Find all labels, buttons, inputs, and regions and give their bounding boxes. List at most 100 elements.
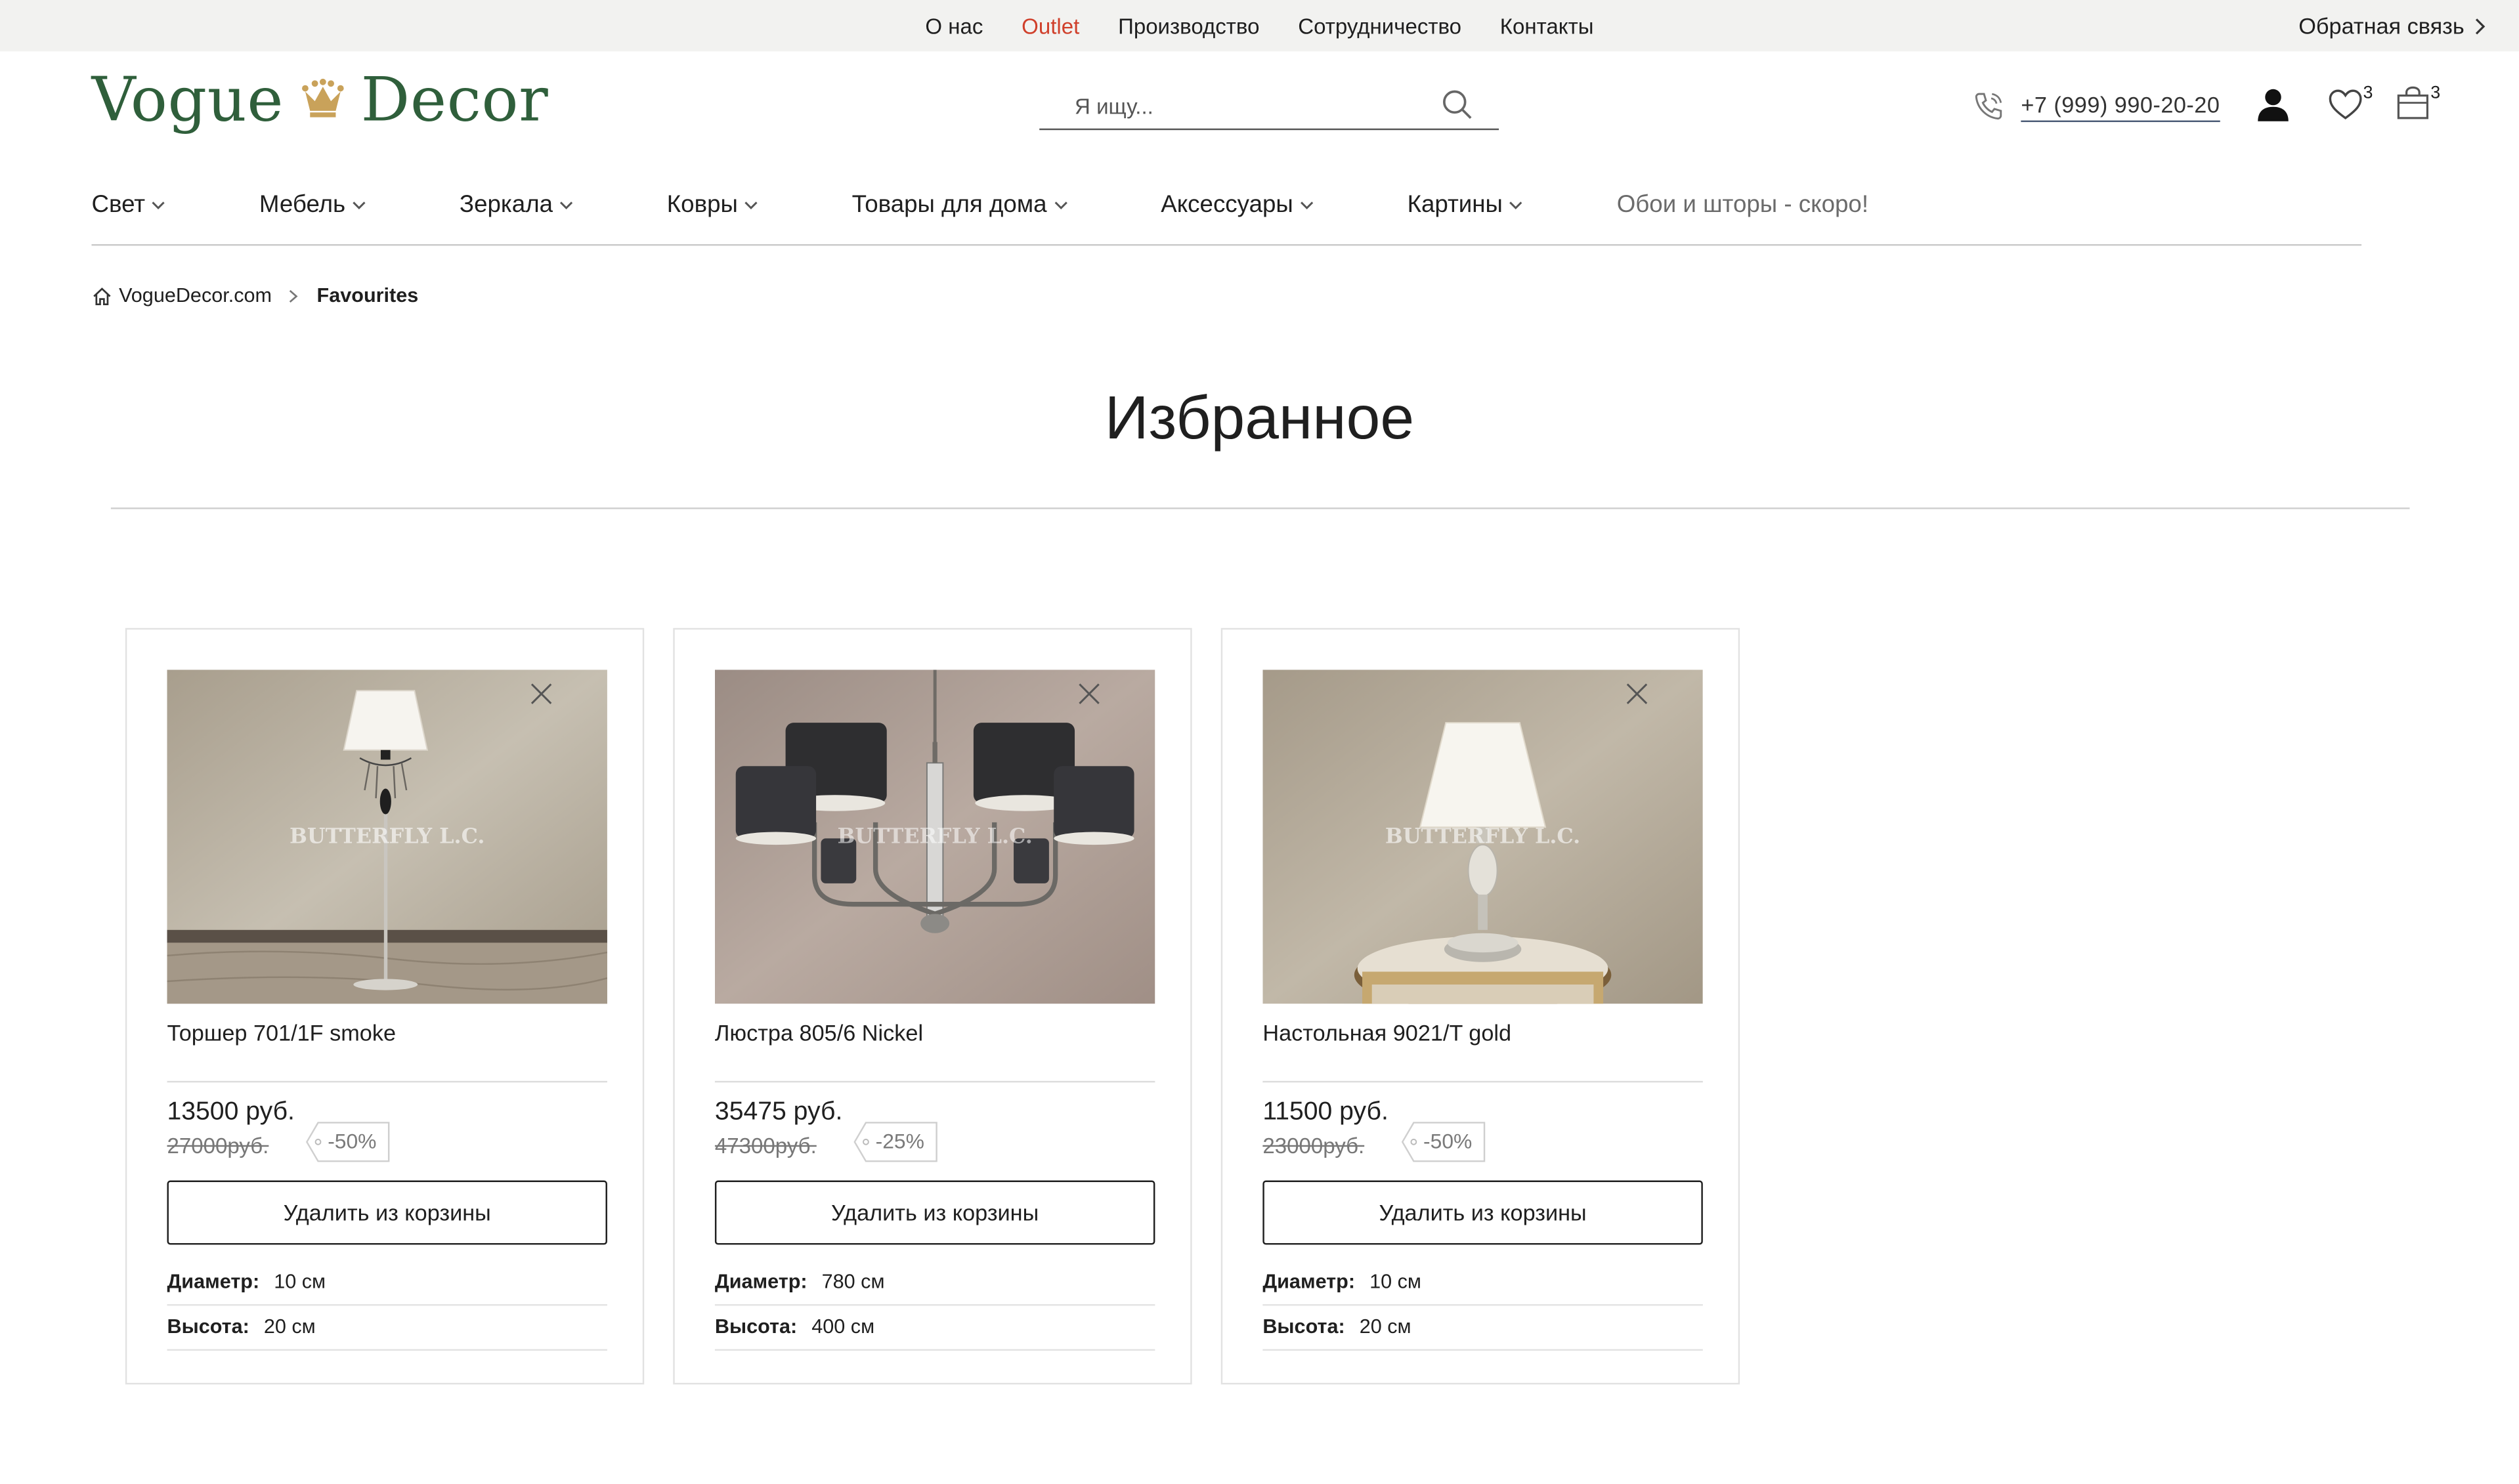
product-price: 35475 руб. <box>714 1098 843 1126</box>
discount-value: -50% <box>1423 1129 1473 1153</box>
spec-row: Диаметр: 10 см <box>1262 1259 1703 1306</box>
image-watermark: BUTTERFLY L.C. <box>837 824 1032 849</box>
product-card: BUTTERFLY L.C. Торшер 701/1F smoke 13500… <box>125 627 645 1385</box>
spec-label: Высота: <box>1262 1315 1345 1338</box>
category-label: Мебель <box>259 190 346 218</box>
spec-row: Высота: 20 см <box>167 1304 607 1351</box>
spec-label: Диаметр: <box>167 1270 260 1293</box>
chevron-down-icon <box>745 201 758 209</box>
top-bar: О нас Outlet Производство Сотрудничество… <box>0 0 2519 52</box>
spec-value: 780 см <box>821 1270 885 1293</box>
product-card: BUTTERFLY L.C. Настольная 9021/T gold 11… <box>1220 627 1740 1385</box>
spec-value: 20 см <box>1359 1315 1411 1338</box>
card-divider <box>167 1080 607 1083</box>
feedback-link[interactable]: Обратная связь <box>2298 0 2487 51</box>
remove-from-cart-button[interactable]: Удалить из корзины <box>167 1180 607 1245</box>
top-link-production[interactable]: Производство <box>1118 14 1259 38</box>
product-old-price: 47300руб. <box>714 1134 817 1158</box>
chevron-down-icon <box>152 201 165 209</box>
search-input[interactable] <box>1071 87 1432 125</box>
image-watermark: BUTTERFLY L.C. <box>1385 824 1580 849</box>
remove-from-cart-button[interactable]: Удалить из корзины <box>714 1180 1155 1245</box>
chevron-down-icon <box>1301 201 1314 209</box>
spec-label: Высота: <box>167 1315 249 1338</box>
product-price: 11500 руб. <box>1262 1098 1389 1126</box>
spec-row: Высота: 400 см <box>714 1304 1155 1351</box>
floor-lamp-image: BUTTERFLY L.C. <box>167 669 607 1004</box>
card-divider <box>1262 1080 1703 1083</box>
top-link-contacts[interactable]: Контакты <box>1500 14 1594 38</box>
close-icon[interactable] <box>1076 681 1102 707</box>
spec-row: Диаметр: 780 см <box>714 1259 1155 1306</box>
category-label: Ковры <box>666 190 738 218</box>
discount-badge: -50% <box>305 1121 392 1163</box>
spec-value: 20 см <box>263 1315 316 1338</box>
category-furniture[interactable]: Мебель <box>259 190 366 218</box>
chevron-down-icon <box>560 201 573 209</box>
category-paintings[interactable]: Картины <box>1408 190 1524 218</box>
top-link-cooperation[interactable]: Сотрудничество <box>1298 14 1461 38</box>
home-icon <box>93 286 111 305</box>
logo-word-left: Vogue <box>91 64 284 135</box>
logo[interactable]: Vogue Decor <box>91 64 548 135</box>
spec-label: Высота: <box>714 1315 798 1338</box>
breadcrumb: VogueDecor.com Favourites <box>91 284 418 307</box>
page: О нас Outlet Производство Сотрудничество… <box>0 0 2519 1484</box>
category-label: Картины <box>1407 190 1503 218</box>
discount-badge: -25% <box>853 1121 939 1163</box>
spec-label: Диаметр: <box>714 1270 807 1293</box>
title-divider <box>110 507 2410 509</box>
chevron-right-icon <box>2475 18 2486 34</box>
spec-value: 400 см <box>811 1315 875 1338</box>
crown-icon <box>301 78 343 117</box>
spec-value: 10 см <box>274 1270 326 1293</box>
nav-divider <box>91 244 2362 246</box>
spec-value: 10 см <box>1369 1270 1421 1293</box>
heart-icon[interactable] <box>2328 89 2363 121</box>
category-coming-soon: Обои и шторы - скоро! <box>1616 190 1869 218</box>
product-image[interactable]: BUTTERFLY L.C. <box>167 669 607 1004</box>
category-label: Свет <box>91 190 146 218</box>
discount-value: -50% <box>328 1129 377 1153</box>
category-light[interactable]: Свет <box>91 190 165 218</box>
category-label: Аксессуары <box>1161 190 1293 218</box>
close-icon[interactable] <box>528 681 554 707</box>
chandelier-image: BUTTERFLY L.C. <box>714 669 1155 1004</box>
feedback-label: Обратная связь <box>2298 12 2465 39</box>
category-home-goods[interactable]: Товары для дома <box>852 190 1068 218</box>
discount-value: -25% <box>875 1129 924 1153</box>
product-name[interactable]: Люстра 805/6 Nickel <box>715 1020 923 1046</box>
logo-word-right: Decor <box>360 64 549 135</box>
chevron-down-icon <box>1054 201 1067 209</box>
product-old-price: 23000руб. <box>1262 1134 1365 1158</box>
search-icon[interactable] <box>1441 89 1473 121</box>
spec-label: Диаметр: <box>1262 1270 1356 1293</box>
top-link-about[interactable]: О нас <box>925 14 983 38</box>
category-mirrors[interactable]: Зеркала <box>460 190 574 218</box>
product-card: BUTTERFLY L.C. Люстра 805/6 Nickel 35475… <box>673 627 1192 1385</box>
bag-icon[interactable] <box>2395 85 2430 121</box>
product-name[interactable]: Настольная 9021/T gold <box>1262 1020 1511 1046</box>
top-link-outlet[interactable]: Outlet <box>1022 14 1079 38</box>
cart-count: 3 <box>2430 83 2441 103</box>
close-icon[interactable] <box>1624 681 1650 707</box>
category-carpets[interactable]: Ковры <box>667 190 759 218</box>
product-name[interactable]: Торшер 701/1F smoke <box>167 1020 396 1046</box>
card-divider <box>714 1080 1155 1083</box>
user-icon[interactable] <box>2256 87 2291 122</box>
breadcrumb-home[interactable]: VogueDecor.com <box>119 284 272 307</box>
chevron-down-icon <box>353 201 366 209</box>
category-accessories[interactable]: Аксессуары <box>1161 190 1314 218</box>
phone-number[interactable]: +7 (999) 990-20-20 <box>2021 91 2220 122</box>
product-image[interactable]: BUTTERFLY L.C. <box>1262 669 1703 1004</box>
image-watermark: BUTTERFLY L.C. <box>290 824 484 849</box>
favourites-count: 3 <box>2363 83 2373 103</box>
category-nav: Свет Мебель Зеркала Ковры Товары для дом… <box>91 188 1868 220</box>
product-image[interactable]: BUTTERFLY L.C. <box>714 669 1155 1004</box>
spec-row: Высота: 20 см <box>1262 1304 1703 1351</box>
remove-from-cart-button[interactable]: Удалить из корзины <box>1262 1180 1703 1245</box>
search-box <box>1039 80 1499 131</box>
page-title: Избранное <box>1104 385 1415 454</box>
product-old-price: 27000руб. <box>167 1134 269 1158</box>
spec-row: Диаметр: 10 см <box>167 1259 607 1306</box>
